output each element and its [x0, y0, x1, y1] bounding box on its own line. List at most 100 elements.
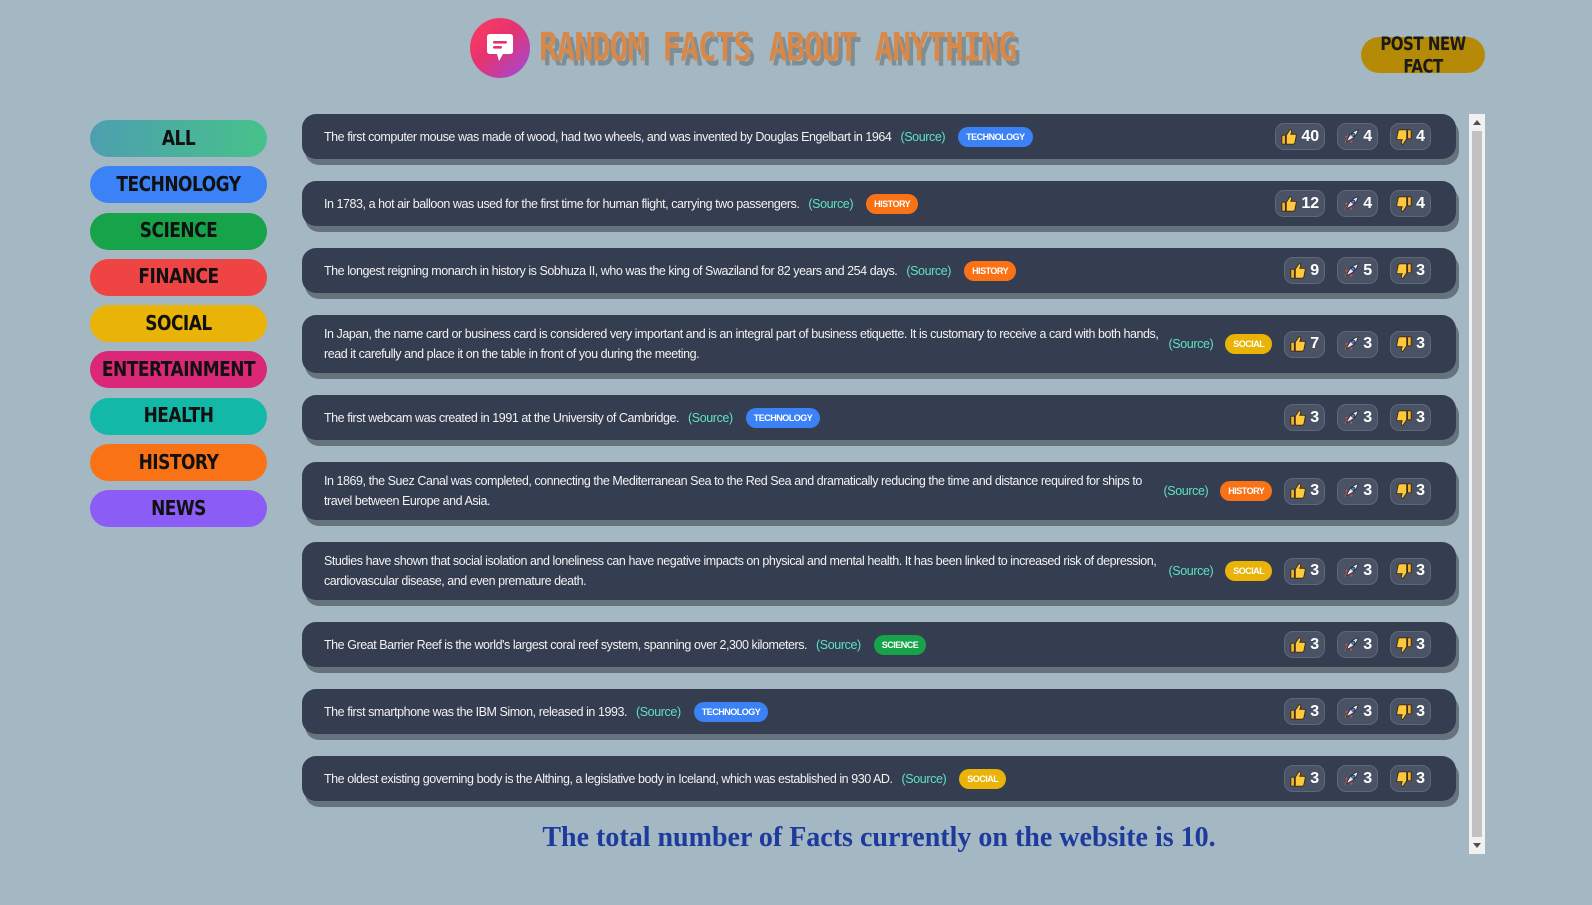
- like-vote-button[interactable]: 40: [1275, 123, 1326, 150]
- fact-source-link[interactable]: (Source): [1164, 484, 1209, 498]
- mindblowing-count: 3: [1363, 702, 1373, 720]
- fact-category-tag: HISTORY: [866, 193, 919, 214]
- fact-source-link[interactable]: (Source): [1169, 337, 1214, 351]
- fact-text: In 1869, the Suez Canal was completed, c…: [324, 474, 1142, 508]
- scrollbar[interactable]: [1469, 114, 1485, 854]
- fact-item: The first computer mouse was made of woo…: [302, 114, 1456, 159]
- thumbs-down-icon: [1395, 482, 1416, 500]
- like-vote-button[interactable]: 12: [1275, 190, 1326, 217]
- post-new-fact-button[interactable]: POST NEW FACT: [1361, 33, 1485, 78]
- false-count: 3: [1416, 635, 1425, 653]
- fact-source-link[interactable]: (Source): [906, 264, 951, 278]
- mindblowing-vote-button[interactable]: 3: [1337, 404, 1379, 431]
- rocket-icon: [1342, 636, 1363, 654]
- fact-text: The first computer mouse was made of woo…: [324, 129, 892, 144]
- scroll-down-arrow-icon[interactable]: [1469, 838, 1485, 854]
- false-count: 3: [1416, 769, 1425, 787]
- fact-category-tag: TECHNOLOGY: [745, 407, 821, 428]
- false-vote-button[interactable]: 3: [1390, 698, 1431, 725]
- site-title: RANDOM FACTS ABOUT ANYTHING: [539, 25, 1017, 71]
- fact-source-link[interactable]: (Source): [900, 130, 945, 144]
- rocket-icon: [1342, 703, 1363, 721]
- like-count: 3: [1310, 635, 1320, 653]
- thumbs-down-icon: [1395, 409, 1416, 427]
- mindblowing-vote-button[interactable]: 3: [1337, 477, 1379, 505]
- mindblowing-vote-button[interactable]: 4: [1337, 190, 1379, 217]
- fact-source-link[interactable]: (Source): [902, 772, 947, 786]
- category-technology-button[interactable]: TECHNOLOGY: [90, 166, 267, 204]
- like-vote-button[interactable]: 3: [1284, 765, 1326, 792]
- fact-category-tag: SOCIAL: [1225, 334, 1273, 354]
- false-vote-button[interactable]: 3: [1390, 557, 1431, 585]
- fact-source-link[interactable]: (Source): [636, 705, 681, 719]
- like-count: 9: [1310, 261, 1320, 279]
- fact-item: The first smartphone was the IBM Simon, …: [302, 689, 1456, 734]
- thumbs-up-icon: [1289, 636, 1310, 654]
- false-vote-button[interactable]: 3: [1390, 631, 1431, 658]
- like-vote-button[interactable]: 3: [1284, 404, 1326, 431]
- mindblowing-count: 4: [1363, 127, 1373, 145]
- mindblowing-vote-button[interactable]: 3: [1337, 765, 1379, 792]
- fact-category-tag: SCIENCE: [873, 634, 927, 655]
- mindblowing-vote-button[interactable]: 3: [1337, 631, 1379, 658]
- vote-buttons: 12 4 4: [1275, 190, 1431, 217]
- like-vote-button[interactable]: 3: [1284, 631, 1326, 658]
- fact-source-link[interactable]: (Source): [1169, 564, 1214, 578]
- category-finance-button[interactable]: FINANCE: [90, 258, 267, 296]
- fact-text: The longest reigning monarch in history …: [324, 263, 898, 278]
- category-all-button[interactable]: ALL: [90, 120, 267, 157]
- thumbs-down-icon: [1395, 703, 1416, 721]
- category-social-button[interactable]: SOCIAL: [90, 305, 267, 343]
- mindblowing-count: 5: [1363, 261, 1373, 279]
- thumbs-up-icon: [1289, 409, 1310, 427]
- mindblowing-vote-button[interactable]: 3: [1337, 557, 1379, 585]
- category-entertainment-button[interactable]: ENTERTAINMENT: [90, 351, 267, 389]
- false-vote-button[interactable]: 3: [1390, 257, 1431, 284]
- rocket-icon: [1342, 195, 1363, 213]
- category-sidebar: ALL TECHNOLOGY SCIENCE FINANCE SOCIAL EN…: [90, 120, 267, 537]
- total-facts-count: The total number of Facts currently on t…: [542, 822, 1216, 853]
- like-vote-button[interactable]: 9: [1284, 257, 1326, 284]
- rocket-icon: [1342, 770, 1363, 788]
- scrollbar-thumb[interactable]: [1472, 131, 1482, 837]
- fact-source-link[interactable]: (Source): [816, 638, 861, 652]
- thumbs-down-icon: [1395, 262, 1416, 280]
- false-vote-button[interactable]: 4: [1390, 123, 1431, 150]
- mindblowing-vote-button[interactable]: 3: [1337, 698, 1379, 725]
- mindblowing-vote-button[interactable]: 3: [1337, 330, 1379, 358]
- like-vote-button[interactable]: 3: [1284, 477, 1326, 505]
- thumbs-down-icon: [1395, 195, 1416, 213]
- fact-item: In Japan, the name card or business card…: [302, 315, 1456, 373]
- like-vote-button[interactable]: 3: [1284, 698, 1326, 725]
- category-history-button[interactable]: HISTORY: [90, 444, 267, 482]
- rocket-icon: [1342, 482, 1363, 500]
- false-vote-button[interactable]: 3: [1390, 404, 1431, 431]
- like-vote-button[interactable]: 7: [1284, 330, 1326, 358]
- false-vote-button[interactable]: 3: [1390, 477, 1431, 505]
- fact-item: The Great Barrier Reef is the world's la…: [302, 622, 1456, 667]
- category-health-button[interactable]: HEALTH: [90, 397, 267, 435]
- mindblowing-vote-button[interactable]: 5: [1337, 257, 1379, 284]
- mindblowing-vote-button[interactable]: 4: [1337, 123, 1379, 150]
- false-count: 4: [1416, 127, 1425, 145]
- false-vote-button[interactable]: 3: [1390, 330, 1431, 358]
- like-vote-button[interactable]: 3: [1284, 557, 1326, 585]
- post-new-fact-label: POST NEW FACT: [1380, 32, 1466, 78]
- like-count: 40: [1301, 127, 1320, 145]
- false-vote-button[interactable]: 3: [1390, 765, 1431, 792]
- mindblowing-count: 3: [1363, 635, 1373, 653]
- scroll-up-arrow-icon[interactable]: [1469, 114, 1485, 130]
- like-count: 3: [1310, 482, 1320, 499]
- false-count: 3: [1416, 261, 1425, 279]
- fact-source-link[interactable]: (Source): [808, 197, 853, 211]
- like-count: 3: [1310, 702, 1320, 720]
- fact-text: Studies have shown that social isolation…: [324, 554, 1157, 588]
- rocket-icon: [1342, 262, 1363, 280]
- like-count: 3: [1310, 769, 1320, 787]
- false-vote-button[interactable]: 4: [1390, 190, 1431, 217]
- category-science-button[interactable]: SCIENCE: [90, 212, 267, 250]
- category-news-button[interactable]: NEWS: [90, 490, 267, 528]
- thumbs-down-icon: [1395, 636, 1416, 654]
- fact-text: The first smartphone was the IBM Simon, …: [324, 704, 627, 719]
- fact-source-link[interactable]: (Source): [688, 411, 733, 425]
